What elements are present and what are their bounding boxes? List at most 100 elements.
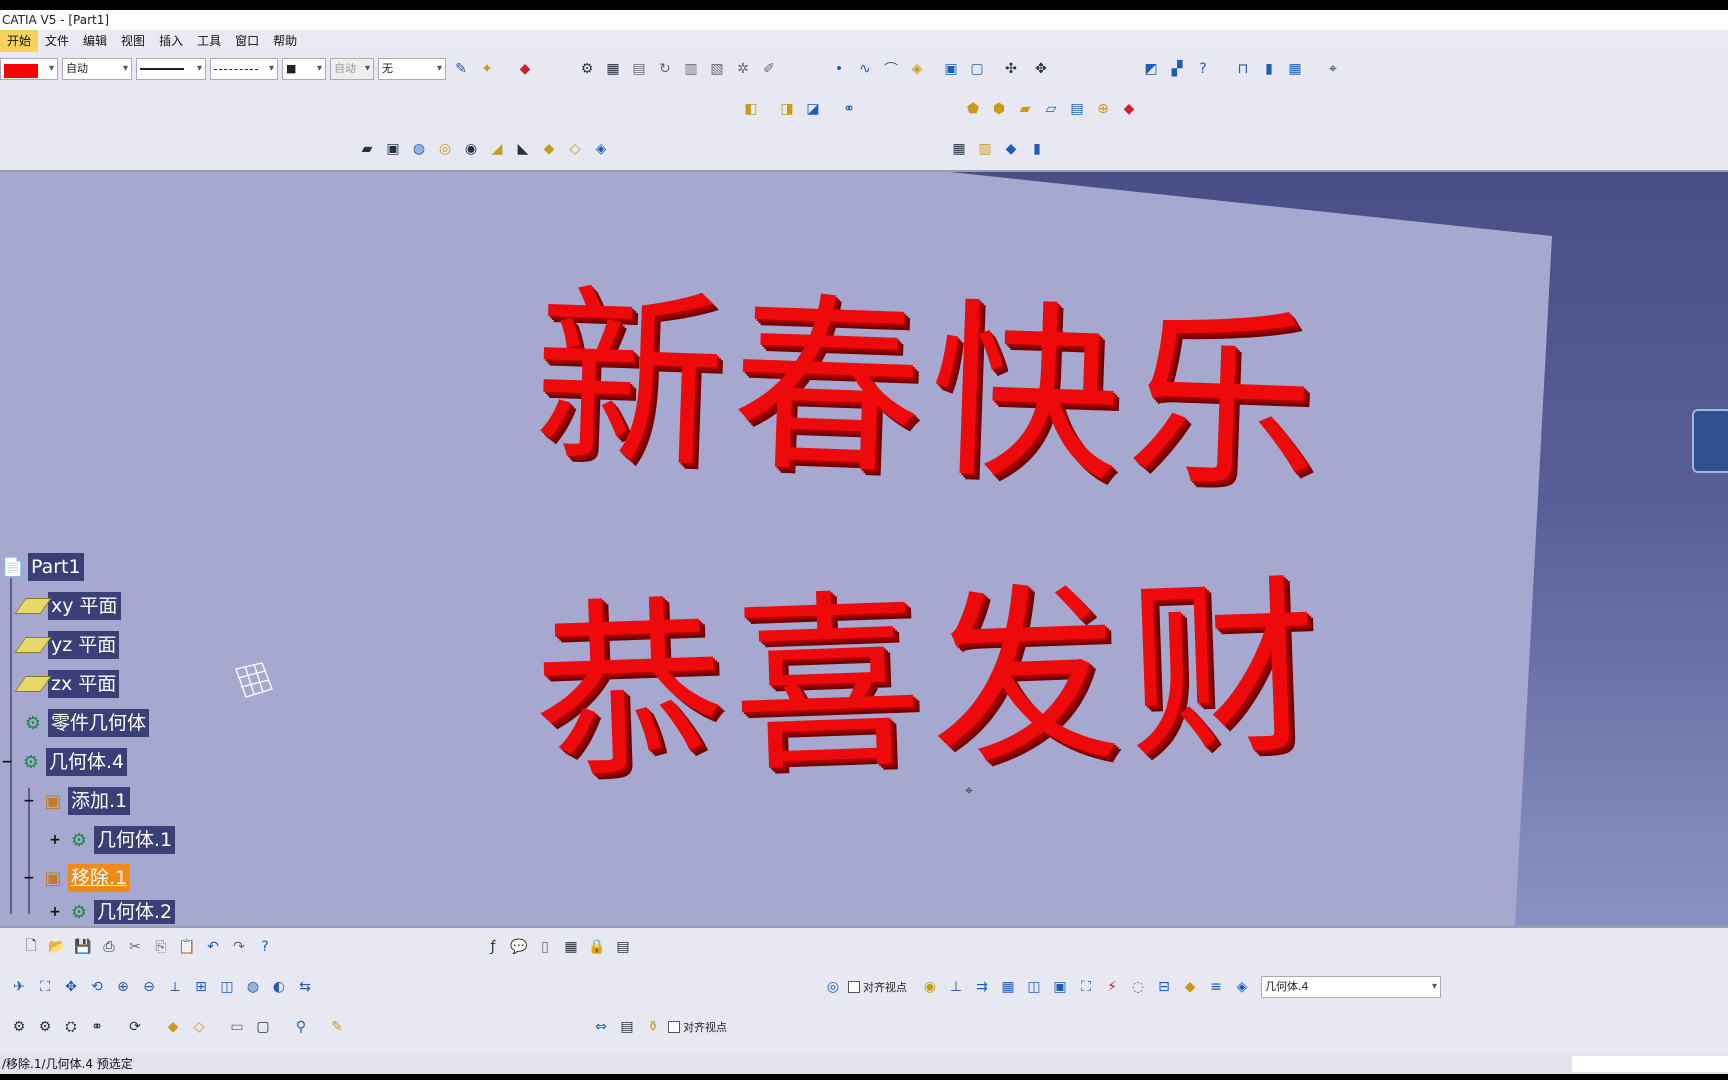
measure-red-icon[interactable]: ⚡ (1101, 976, 1123, 998)
measure-item-icon[interactable]: ▮ (1258, 58, 1280, 80)
menu-edit[interactable]: 编辑 (76, 30, 114, 52)
plane-tool-icon[interactable]: ◩ (1140, 58, 1162, 80)
collapse-icon[interactable]: − (22, 871, 36, 885)
menu-help[interactable]: 帮助 (266, 30, 304, 52)
save-icon[interactable]: 💾 (72, 936, 94, 958)
menu-insert[interactable]: 插入 (152, 30, 190, 52)
lineweight-select[interactable]: ■ (282, 58, 326, 80)
dimension-icon[interactable]: ⇔ (590, 1016, 612, 1038)
tree-item-yz-plane[interactable]: yz 平面 (14, 630, 120, 660)
comment-icon[interactable]: 💬 (508, 936, 530, 958)
gear-icon[interactable]: ⚙ (34, 1016, 56, 1038)
fillet-icon[interactable]: ◧ (740, 98, 762, 120)
command-input[interactable] (1572, 1056, 1728, 1072)
lock-icon[interactable]: 🔒 (586, 936, 608, 958)
normal-view-icon[interactable]: ⟂ (164, 976, 186, 998)
rotate-view-icon[interactable]: ⟲ (86, 976, 108, 998)
open-icon[interactable]: 📂 (46, 936, 68, 958)
menu-view[interactable]: 视图 (114, 30, 152, 52)
rules-icon[interactable]: ▤ (612, 936, 634, 958)
transform-icon[interactable]: ✣ (1000, 58, 1022, 80)
point-icon[interactable]: • (828, 58, 850, 80)
menu-file[interactable]: 文件 (38, 30, 76, 52)
link-icon[interactable]: ⚭ (86, 1016, 108, 1038)
format-painter-icon[interactable]: ✦ (476, 58, 498, 80)
checkbox-box[interactable] (848, 981, 860, 993)
axis-icon[interactable]: ⊥ (945, 976, 967, 998)
work-object-icon[interactable]: ◈ (1231, 976, 1253, 998)
color-select[interactable] (0, 58, 58, 80)
rotate-icon[interactable]: ⬢ (988, 98, 1010, 120)
measure-icon[interactable]: ⊓ (1232, 58, 1254, 80)
table-icon[interactable]: ▦ (560, 936, 582, 958)
chamfer-icon[interactable]: ◨ (776, 98, 798, 120)
grid-snap-icon[interactable]: ▦ (997, 976, 1019, 998)
draft-icon[interactable]: ◪ (802, 98, 824, 120)
align-view-checkbox-1[interactable]: 对齐视点 (848, 979, 907, 995)
macro-icon[interactable]: ⚲ (290, 1016, 312, 1038)
menu-window[interactable]: 窗口 (228, 30, 266, 52)
plane-toggle-icon[interactable]: ⇉ (971, 976, 993, 998)
grid-icon[interactable]: ▦ (1284, 58, 1306, 80)
loft-icon[interactable]: ◇ (564, 138, 586, 160)
pattern-icon[interactable]: ▤ (1066, 98, 1088, 120)
thick-surface-icon[interactable]: ▥ (974, 138, 996, 160)
snap-icon[interactable]: ⌖ (1322, 58, 1344, 80)
tree-item-add-1[interactable]: − ▣ 添加.1 (22, 786, 131, 816)
sew-surface-icon[interactable]: ▮ (1026, 138, 1048, 160)
formula-icon[interactable]: ƒ (482, 936, 504, 958)
tree-item-remove-1[interactable]: − ▣ 移除.1 (22, 863, 131, 893)
tree-item-body-4[interactable]: − ⚙ 几何体.4 (0, 747, 128, 777)
compass-toggle-icon[interactable]: ▢ (252, 1016, 274, 1038)
layer-icon[interactable]: ◇ (188, 1016, 210, 1038)
update-icon[interactable]: ⟳ (124, 1016, 146, 1038)
linestyle-select[interactable] (210, 58, 278, 80)
new-icon[interactable]: 🗋 (20, 936, 42, 958)
bottle-icon[interactable]: ⚱ (642, 1016, 664, 1038)
view-frame-icon[interactable]: ⛶ (1075, 976, 1097, 998)
pad-icon[interactable]: ▰ (356, 138, 378, 160)
layer-filter-icon[interactable]: ◆ (162, 1016, 184, 1038)
undo-icon[interactable]: ↶ (202, 936, 224, 958)
paint-brush-icon[interactable]: ✎ (450, 58, 472, 80)
view-front-icon[interactable]: ▣ (1049, 976, 1071, 998)
print-icon[interactable]: ⎙ (98, 936, 120, 958)
scale-icon[interactable]: ⊕ (1092, 98, 1114, 120)
thickness-icon[interactable]: ▢ (966, 58, 988, 80)
stiffener-icon[interactable]: ◆ (538, 138, 560, 160)
shading-icon[interactable]: ◍ (242, 976, 264, 998)
expand-icon[interactable]: + (48, 833, 62, 847)
zoom-in-icon[interactable]: ⊕ (112, 976, 134, 998)
swap-space-icon[interactable]: ⇆ (294, 976, 316, 998)
sketch-icon[interactable]: ⚙ (576, 58, 598, 80)
list-icon[interactable]: ≡ (1205, 976, 1227, 998)
assembly-icon[interactable]: ⛭ (60, 1016, 82, 1038)
tree-item-zx-plane[interactable]: zx 平面 (14, 669, 120, 699)
zoom-out-icon[interactable]: ⊖ (138, 976, 160, 998)
expand-icon[interactable]: + (48, 905, 62, 919)
mirror-icon[interactable]: ▱ (1040, 98, 1062, 120)
greeting-line-2[interactable]: 恭喜发财 (501, 557, 1358, 807)
axis-system-icon[interactable]: ▞ (1166, 58, 1188, 80)
current-body-select[interactable]: 几何体.4 (1261, 976, 1441, 998)
hide-show-icon[interactable]: ◐ (268, 976, 290, 998)
collapse-icon[interactable]: − (0, 755, 14, 769)
constraint-icon[interactable]: ✥ (1030, 58, 1052, 80)
paint-icon[interactable]: ✎ (326, 1016, 348, 1038)
fill-icon[interactable]: ◈ (906, 58, 928, 80)
pocket-icon[interactable]: ▣ (382, 138, 404, 160)
menu-tools[interactable]: 工具 (190, 30, 228, 52)
view-3d-icon[interactable]: ◫ (1023, 976, 1045, 998)
remove-loft-icon[interactable]: ◈ (590, 138, 612, 160)
shell-icon[interactable]: ▣ (940, 58, 962, 80)
collapse-icon[interactable]: − (22, 794, 36, 808)
align-view-checkbox-2[interactable]: 对齐视点 (668, 1019, 727, 1035)
constraint-lock-icon[interactable]: ▤ (616, 1016, 638, 1038)
tree-item-xy-plane[interactable]: xy 平面 (14, 591, 121, 621)
boolean-icon[interactable]: ⚭ (838, 98, 860, 120)
3d-viewport[interactable]: 新春快乐 恭喜发财 ⌖ 📄 Part1 xy 平面 yz 平面 zx 平面 ⚙ … (0, 172, 1728, 926)
rib-icon[interactable]: ◢ (486, 138, 508, 160)
catalog-icon[interactable]: ⚙ (8, 1016, 30, 1038)
menu-start[interactable]: 开始 (0, 30, 39, 52)
highlight-icon[interactable]: ◆ (1179, 976, 1201, 998)
